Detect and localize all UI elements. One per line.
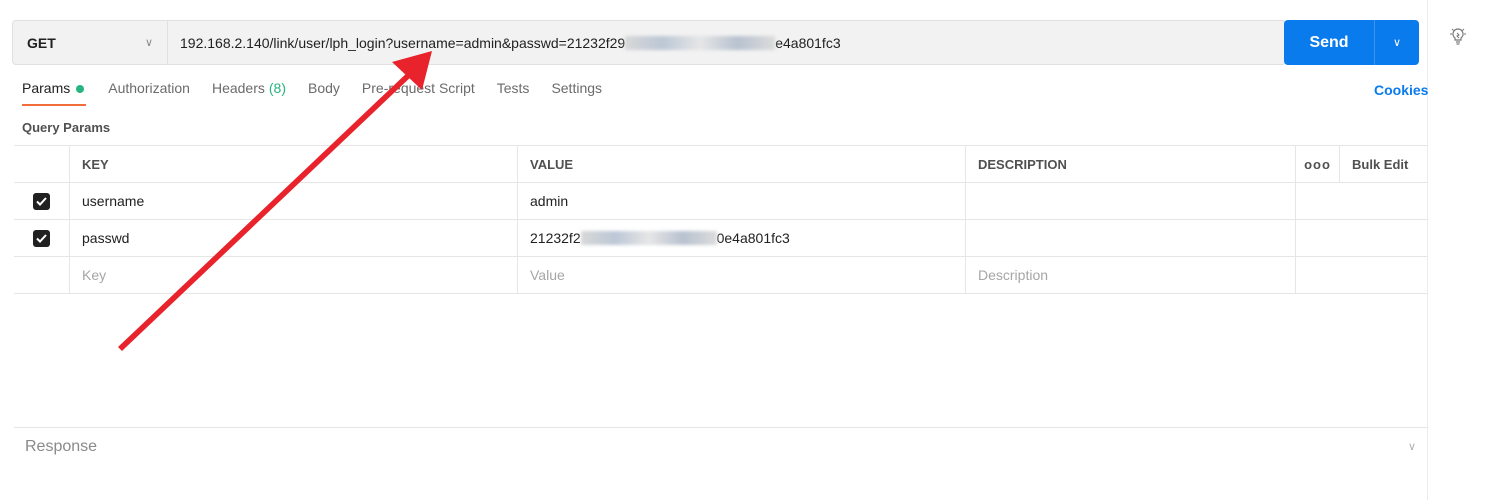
tab-tests[interactable]: Tests (497, 80, 530, 106)
tab-label: Authorization (108, 80, 190, 96)
checkbox-checked-icon[interactable] (33, 192, 50, 210)
header-check-cell (14, 146, 70, 182)
response-pane[interactable]: Response ∨ (14, 427, 1428, 500)
lightbulb-icon[interactable] (1448, 26, 1468, 46)
tab-label: Body (308, 80, 340, 96)
chevron-down-icon[interactable]: ∨ (1408, 440, 1416, 453)
row-spacer (1296, 257, 1340, 293)
bulk-edit-button[interactable]: Bulk Edit (1340, 146, 1428, 182)
redacted-blur (625, 35, 776, 50)
param-value-input[interactable]: admin (518, 183, 966, 219)
tab-pre-request-script[interactable]: Pre-request Script (362, 80, 475, 106)
more-icon[interactable]: ooo (1296, 146, 1340, 182)
tab-label: Settings (551, 80, 603, 96)
row-spacer (1296, 220, 1340, 256)
param-key-input[interactable]: passwd (70, 220, 518, 256)
chevron-down-icon: ∨ (144, 37, 153, 49)
header-description: DESCRIPTION (966, 146, 1296, 182)
chevron-down-icon: ∨ (1392, 37, 1402, 49)
response-label: Response (25, 438, 98, 455)
row-check-cell (14, 257, 70, 293)
tab-label: Headers (211, 80, 265, 96)
param-value-prefix: 21232f2 (530, 230, 581, 246)
table-row-empty: Key Value Description (14, 257, 1428, 294)
param-value-input[interactable]: 21232f2 0e4a801fc3 (518, 220, 966, 256)
tab-body[interactable]: Body (308, 80, 340, 106)
redacted-blur (580, 231, 717, 245)
new-description-input[interactable]: Description (966, 257, 1296, 293)
table-header-row: KEY VALUE DESCRIPTION ooo Bulk Edit (14, 146, 1428, 183)
send-button-group: Send ∨ (1284, 20, 1419, 65)
param-description-input[interactable] (966, 183, 1296, 219)
row-check-cell (14, 220, 70, 256)
headers-count: (8) (268, 80, 286, 96)
tab-label: Pre-request Script (361, 80, 475, 96)
row-spacer (1340, 183, 1428, 219)
url-text-suffix: e4a801fc3 (775, 34, 841, 51)
header-key: KEY (70, 146, 518, 182)
method-label: GET (27, 34, 56, 51)
row-spacer (1340, 220, 1428, 256)
param-key-input[interactable]: username (70, 183, 518, 219)
params-table: KEY VALUE DESCRIPTION ooo Bulk Edit user… (14, 145, 1428, 294)
param-value-suffix: 0e4a801fc3 (716, 230, 790, 246)
request-bar: GET ∨ 192.168.2.140/link/user/lph_login?… (12, 20, 1286, 65)
tab-label: Tests (496, 80, 530, 96)
active-dot-icon (76, 85, 85, 93)
cookies-link[interactable]: Cookies (1374, 82, 1428, 98)
new-key-input[interactable]: Key (70, 257, 518, 293)
tab-label: Params (22, 80, 71, 96)
table-row: passwd 21232f2 0e4a801fc3 (14, 220, 1428, 257)
request-tabs: Params Authorization Headers (8) Body Pre… (22, 80, 624, 106)
query-params-title: Query Params (22, 120, 111, 135)
new-value-input[interactable]: Value (518, 257, 966, 293)
row-spacer (1340, 257, 1428, 293)
header-value: VALUE (518, 146, 966, 182)
table-row: username admin (14, 183, 1428, 220)
tab-settings[interactable]: Settings (551, 80, 602, 106)
send-dropdown-button[interactable]: ∨ (1374, 20, 1419, 65)
checkbox-checked-icon[interactable] (33, 229, 50, 247)
url-text-prefix: 192.168.2.140/link/user/lph_login?userna… (180, 34, 626, 51)
tab-params[interactable]: Params (22, 80, 87, 106)
method-select[interactable]: GET ∨ (13, 21, 168, 64)
row-spacer (1296, 183, 1340, 219)
tab-headers[interactable]: Headers (8) (212, 80, 286, 106)
url-input[interactable]: 192.168.2.140/link/user/lph_login?userna… (168, 21, 1285, 64)
param-description-input[interactable] (966, 220, 1296, 256)
tab-authorization[interactable]: Authorization (108, 80, 190, 106)
row-check-cell (14, 183, 70, 219)
send-button[interactable]: Send (1284, 20, 1374, 65)
